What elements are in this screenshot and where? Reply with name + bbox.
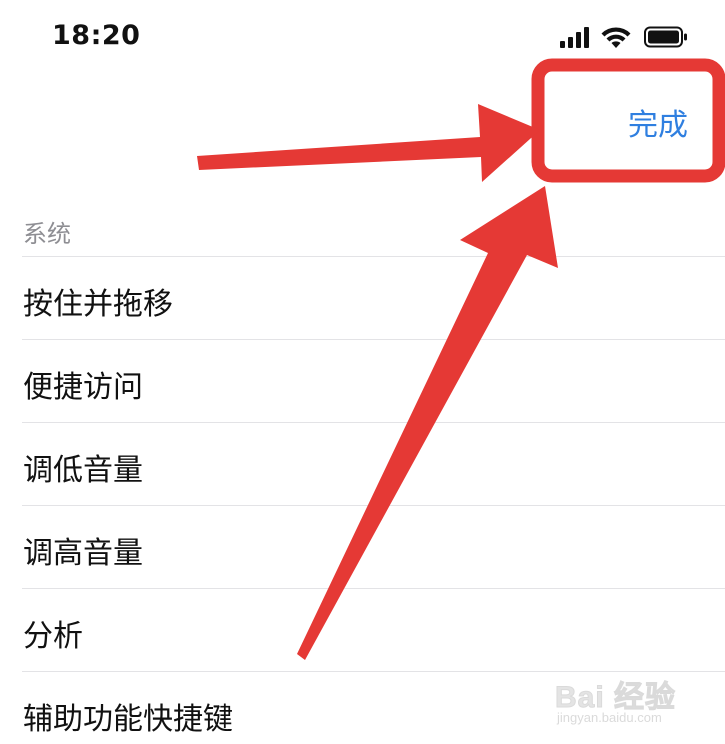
list-item-label: 便捷访问 <box>23 370 143 405</box>
watermark-url: jingyan.baidu.com <box>557 710 662 725</box>
battery-icon <box>644 26 687 48</box>
status-bar: 18:20 <box>0 0 725 80</box>
settings-list: 按住并拖移 便捷访问 调低音量 调高音量 分析 辅助功能快捷键 <box>0 256 725 744</box>
status-time: 18:20 <box>52 20 141 51</box>
done-button[interactable]: 完成 <box>628 100 688 144</box>
list-item-label: 分析 <box>23 619 83 654</box>
section-header: 系统 <box>23 220 71 248</box>
wifi-icon <box>601 27 631 48</box>
list-item-reachability[interactable]: 便捷访问 <box>22 339 725 422</box>
list-item-label: 调高音量 <box>23 536 143 571</box>
list-item-analytics[interactable]: 分析 <box>22 588 725 671</box>
list-item-label: 调低音量 <box>23 453 143 488</box>
list-item-label: 按住并拖移 <box>23 287 173 322</box>
horizontal-arrow <box>197 104 540 182</box>
list-item-label: 辅助功能快捷键 <box>23 702 233 737</box>
list-item-press-and-drag[interactable]: 按住并拖移 <box>22 256 725 339</box>
watermark: Bai 经验 jingyan.baidu.com <box>554 672 715 734</box>
cellular-signal-icon <box>560 27 589 48</box>
list-item-volume-up[interactable]: 调高音量 <box>22 505 725 588</box>
list-item-volume-down[interactable]: 调低音量 <box>22 422 725 505</box>
